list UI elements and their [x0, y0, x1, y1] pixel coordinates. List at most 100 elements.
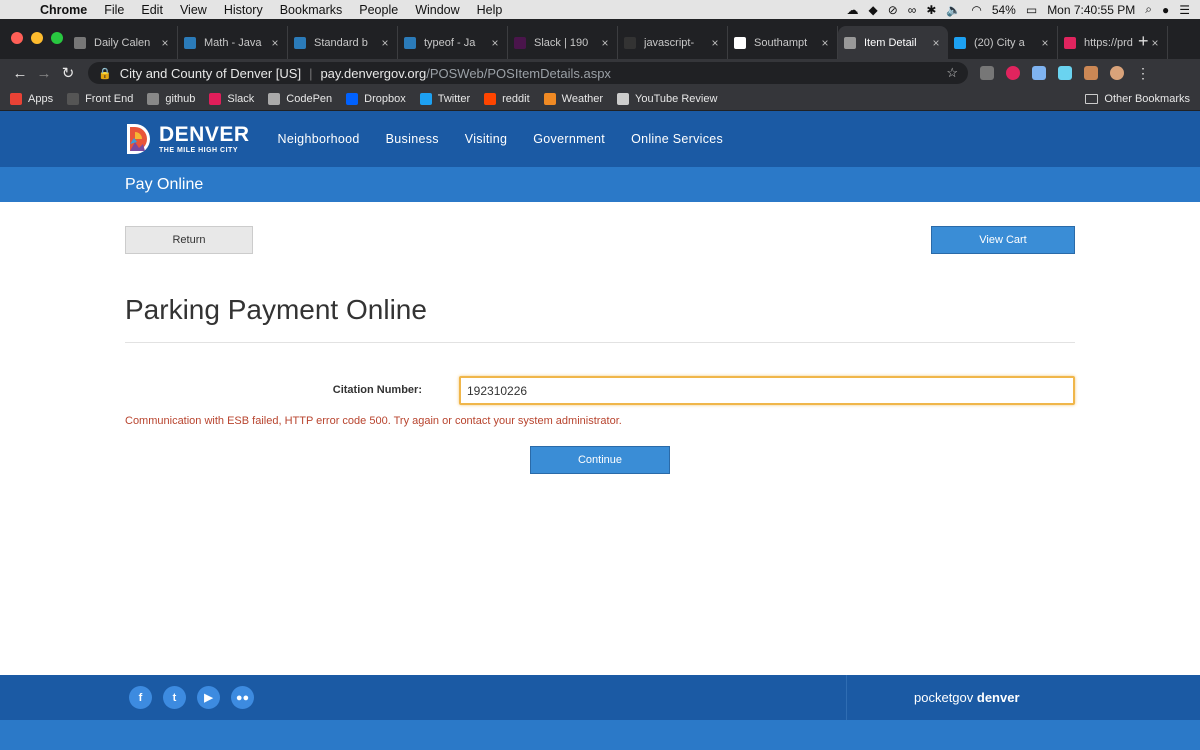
tab-close-icon[interactable]: × — [709, 36, 721, 50]
twitter-icon[interactable]: t — [163, 686, 186, 709]
site-header: DENVER THE MILE HIGH CITY Neighborhood B… — [0, 111, 1200, 167]
bookmark-label: Twitter — [437, 92, 471, 105]
continue-button[interactable]: Continue — [530, 446, 670, 474]
new-tab-icon[interactable]: + — [1138, 31, 1149, 52]
tab-5[interactable]: javascript- × — [618, 26, 728, 59]
tab-close-icon[interactable]: × — [269, 36, 281, 50]
other-bookmarks[interactable]: Other Bookmarks — [1085, 93, 1190, 105]
wifi-icon[interactable]: ◠ — [971, 3, 981, 17]
extension-icon[interactable] — [1006, 66, 1020, 80]
tab-favicon-icon — [954, 36, 966, 49]
bookmark-star-icon[interactable]: ☆ — [946, 65, 958, 81]
tab-2[interactable]: Standard b × — [288, 26, 398, 59]
tab-close-icon[interactable]: × — [599, 36, 611, 50]
extension-icon[interactable] — [1058, 66, 1072, 80]
tab-6[interactable]: Southampt × — [728, 26, 838, 59]
bookmark-github[interactable]: github — [147, 92, 195, 105]
glasses-icon[interactable]: ∞ — [908, 3, 917, 17]
denver-logo[interactable]: DENVER THE MILE HIGH CITY — [125, 122, 250, 156]
tab-title: Slack | 190 — [534, 36, 589, 49]
dropbox-icon[interactable]: ◆ — [868, 3, 877, 17]
bookmark-weather[interactable]: Weather — [543, 92, 604, 105]
bookmark-favicon-icon — [419, 92, 432, 105]
menu-bookmarks[interactable]: Bookmarks — [280, 3, 343, 17]
bookmark-codepen[interactable]: CodePen — [268, 92, 332, 105]
donotdisturb-icon[interactable]: ⊘ — [888, 3, 898, 17]
cloud-icon[interactable]: ☁ — [846, 3, 858, 17]
tab-close-icon[interactable]: × — [159, 36, 171, 50]
citation-number-input[interactable]: 192310226 — [459, 376, 1075, 405]
reload-icon[interactable]: ↻ — [56, 64, 80, 82]
site-identity: City and County of Denver [US] — [119, 65, 302, 81]
menu-help[interactable]: Help — [477, 3, 503, 17]
menu-history[interactable]: History — [224, 3, 263, 17]
menu-kebab-icon[interactable]: ⋮ — [1136, 66, 1150, 80]
flickr-icon[interactable]: ●● — [231, 686, 254, 709]
bookmark-label: Weather — [561, 92, 604, 105]
tab-title: Southampt — [754, 36, 808, 49]
zoom-window-icon[interactable] — [51, 32, 63, 44]
tab-7[interactable]: Item Detail × — [838, 26, 948, 59]
volume-icon[interactable]: 🔈 — [946, 3, 961, 17]
nav-government[interactable]: Government — [533, 132, 605, 146]
tab-title: Item Detail — [864, 36, 917, 49]
battery-percent[interactable]: 54% — [992, 3, 1016, 17]
tab-close-icon[interactable]: × — [819, 36, 831, 50]
footer-bottom-band — [0, 720, 1200, 750]
bookmark-front-end[interactable]: Front End — [67, 92, 133, 105]
nav-online-services[interactable]: Online Services — [631, 132, 723, 146]
extension-icon[interactable] — [980, 66, 994, 80]
tab-close-icon[interactable]: × — [489, 36, 501, 50]
nav-business[interactable]: Business — [386, 132, 439, 146]
tab-close-icon[interactable]: × — [1149, 36, 1161, 50]
close-window-icon[interactable] — [11, 32, 23, 44]
clock[interactable]: Mon 7:40:55 PM — [1047, 3, 1135, 17]
nav-visiting[interactable]: Visiting — [465, 132, 507, 146]
bookmark-label: YouTube Review — [635, 92, 718, 105]
tab-close-icon[interactable]: × — [930, 36, 942, 50]
bluetooth-icon[interactable]: ✱ — [926, 3, 936, 17]
notification-icon[interactable]: ☰ — [1179, 3, 1190, 17]
tab-list: Daily Calen × Math - Java × Standard b × typeo… — [68, 26, 1168, 59]
nav-neighborhood[interactable]: Neighborhood — [278, 132, 360, 146]
tab-title: javascript- — [644, 36, 695, 49]
tab-4[interactable]: Slack | 190 × — [508, 26, 618, 59]
bookmark-reddit[interactable]: reddit — [484, 92, 530, 105]
bookmark-youtube-review[interactable]: YouTube Review — [617, 92, 718, 105]
return-button[interactable]: Return — [125, 226, 253, 254]
menu-window[interactable]: Window — [415, 3, 459, 17]
menu-view[interactable]: View — [180, 3, 207, 17]
bookmark-twitter[interactable]: Twitter — [419, 92, 471, 105]
lock-icon[interactable]: 🔒 — [98, 67, 112, 80]
spotlight-icon[interactable]: ⌕ — [1145, 2, 1152, 17]
extension-icon[interactable] — [1032, 66, 1046, 80]
back-icon[interactable]: ← — [8, 65, 32, 82]
menu-people[interactable]: People — [359, 3, 398, 17]
address-bar[interactable]: 🔒 City and County of Denver [US] | pay.d… — [88, 62, 968, 84]
extension-icon[interactable] — [1084, 66, 1098, 80]
tab-1[interactable]: Math - Java × — [178, 26, 288, 59]
bookmark-dropbox[interactable]: Dropbox — [346, 92, 406, 105]
tab-close-icon[interactable]: × — [379, 36, 391, 50]
tab-3[interactable]: typeof - Ja × — [398, 26, 508, 59]
siri-icon[interactable]: ● — [1162, 3, 1169, 17]
profile-avatar[interactable] — [1110, 66, 1124, 80]
forward-icon[interactable]: → — [32, 65, 56, 82]
battery-icon[interactable]: ▭ — [1026, 3, 1037, 17]
pocketgov-link[interactable]: pocketgov denver — [914, 690, 1020, 705]
tab-8[interactable]: (20) City a × — [948, 26, 1058, 59]
pocketgov-prefix: pocketgov — [914, 690, 974, 705]
bookmark-apps[interactable]: Apps — [10, 92, 53, 105]
url-host: pay.denvergov.org — [320, 65, 427, 81]
facebook-icon[interactable]: f — [129, 686, 152, 709]
minimize-window-icon[interactable] — [31, 32, 43, 44]
tab-close-icon[interactable]: × — [1039, 36, 1051, 50]
menu-file[interactable]: File — [104, 3, 124, 17]
menu-edit[interactable]: Edit — [141, 3, 163, 17]
bookmark-slack[interactable]: Slack — [209, 92, 254, 105]
tab-9[interactable]: https://prd × — [1058, 26, 1168, 59]
view-cart-button[interactable]: View Cart — [931, 226, 1075, 254]
youtube-icon[interactable]: ▶ — [197, 686, 220, 709]
tab-0[interactable]: Daily Calen × — [68, 26, 178, 59]
menu-app[interactable]: Chrome — [40, 3, 87, 17]
